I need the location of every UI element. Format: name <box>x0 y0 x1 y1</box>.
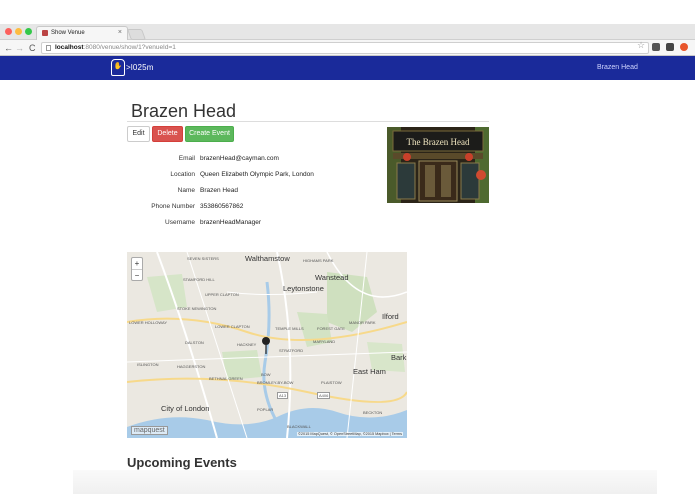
map-attribution[interactable]: ©2015 MapQuest, © OpenStreetMap, ©2015 M… <box>297 432 403 436</box>
map-label-dalston: DALSTON <box>185 340 204 345</box>
map-label-stamford-hill: STAMFORD HILL <box>183 277 215 282</box>
address-bar[interactable]: localhost:8080/venue/show/1?venueId=1 <box>41 42 649 54</box>
map-label-hackney: HACKNEY <box>237 342 257 347</box>
page-title: Brazen Head <box>131 101 237 121</box>
name-label: Name <box>177 187 195 194</box>
map-label-bark: Bark <box>391 353 407 362</box>
bookmark-star-icon[interactable]: ☆ <box>637 40 645 51</box>
tab-strip: Show Venue × <box>0 24 695 40</box>
mapquest-logo[interactable]: mapquest <box>131 426 168 435</box>
nav-user-link[interactable]: Brazen Head <box>597 64 638 71</box>
pub-sign-text: The Brazen Head <box>407 137 470 147</box>
map-label-upper-clapton: UPPER CLAPTON <box>205 292 239 297</box>
map-label-haggerston: HAGGERSTON <box>177 364 206 369</box>
username-label: Username <box>165 219 195 226</box>
delete-button[interactable]: Delete <box>152 126 183 142</box>
map-label-manor-park: MANOR PARK <box>349 320 376 325</box>
title-divider <box>127 121 489 122</box>
tab-title: Show Venue <box>51 30 85 36</box>
close-window-button[interactable] <box>5 28 12 35</box>
map-label-seven-sisters: SEVEN SISTERS <box>187 256 219 261</box>
maximize-window-button[interactable] <box>25 28 32 35</box>
map-label-maryland: MARYLAND <box>313 339 336 344</box>
new-tab-button[interactable] <box>126 29 147 40</box>
map-label-islington: ISLINGTON <box>137 362 159 367</box>
create-event-button[interactable]: Create Event <box>185 126 234 142</box>
map-label-leytonstone: Leytonstone <box>283 284 324 293</box>
window-titlebar <box>0 0 695 24</box>
tab-show-venue[interactable]: Show Venue × <box>36 26 128 40</box>
email-value: brazenHead@cayman.com <box>200 155 279 162</box>
username-value: brazenHeadManager <box>200 219 262 226</box>
map-zoom-control: + − <box>131 257 143 281</box>
map-label-plaistow: PLAISTOW <box>321 380 342 385</box>
pub-facade-image: The Brazen Head <box>387 127 489 203</box>
events-panel <box>73 470 657 494</box>
browser-toolbar: ← → C localhost:8080/venue/show/1?venueI… <box>0 40 695 56</box>
map-label-temple-mills: TEMPLE MILLS <box>275 326 304 331</box>
page-icon <box>46 45 51 51</box>
edit-button[interactable]: Edit <box>127 126 150 142</box>
venue-map[interactable]: + − Walthamstow Wanstead Leytonstone Ilf… <box>127 252 407 438</box>
phone-value: 353860567862 <box>200 203 244 210</box>
map-label-stoke-newington: STOKE NEWINGTON <box>177 306 217 311</box>
rock-hand-logo-icon[interactable]: ✋ <box>111 59 125 76</box>
map-label-city-of-london: City of London <box>161 404 210 413</box>
profile-extension-icon[interactable] <box>680 43 688 51</box>
back-arrow-icon[interactable]: ← <box>4 42 13 54</box>
venue-photo: The Brazen Head <box>387 127 489 203</box>
map-label-bromley-by-bow: BROMLEY-BY-BOW <box>257 380 294 385</box>
brand-name[interactable]: >l025m <box>126 63 154 72</box>
map-label-lower-clapton: LOWER CLAPTON <box>215 324 250 329</box>
map-road-a406: A406 <box>317 392 331 399</box>
name-value: Brazen Head <box>200 187 238 194</box>
pocket-extension-icon[interactable] <box>652 43 660 51</box>
email-label: Email <box>178 155 195 162</box>
reload-icon[interactable]: C <box>29 42 36 54</box>
map-label-forest-gate: FOREST GATE <box>317 326 345 331</box>
address-url: localhost:8080/venue/show/1?venueId=1 <box>55 44 176 51</box>
app-navbar: ✋ >l025m Brazen Head <box>0 56 695 80</box>
map-label-walthamstow: Walthamstow <box>245 254 290 263</box>
upcoming-events-heading: Upcoming Events <box>127 455 237 470</box>
location-value: Queen Elizabeth Olympic Park, London <box>200 171 314 178</box>
zoom-out-button[interactable]: − <box>132 270 142 281</box>
map-label-poplar: POPLAR <box>257 407 274 412</box>
map-label-highams-park: HIGHAMS PARK <box>303 258 334 263</box>
forward-arrow-icon[interactable]: → <box>15 42 24 54</box>
map-label-lower-holloway: LOWER HOLLOWAY <box>129 320 168 325</box>
favicon-icon <box>42 30 48 36</box>
zoom-in-button[interactable]: + <box>132 258 142 269</box>
map-label-blackwall: BLACKWALL <box>287 424 311 429</box>
map-label-ilford: Ilford <box>382 312 399 321</box>
phone-label: Phone Number <box>151 203 195 210</box>
menu-extension-icon[interactable] <box>666 43 674 51</box>
map-label-wanstead: Wanstead <box>315 273 349 282</box>
map-label-beckton: BECKTON <box>363 410 383 415</box>
map-label-bow: BOW <box>261 372 271 377</box>
minimize-window-button[interactable] <box>15 28 22 35</box>
map-label-east-ham: East Ham <box>353 367 386 376</box>
location-label: Location <box>170 171 195 178</box>
map-label-stratford: STRATFORD <box>279 348 304 353</box>
map-road-a13: A13 <box>277 392 289 399</box>
map-label-bethnal-green: BETHNAL GREEN <box>209 376 243 381</box>
tab-close-icon[interactable]: × <box>118 29 122 36</box>
